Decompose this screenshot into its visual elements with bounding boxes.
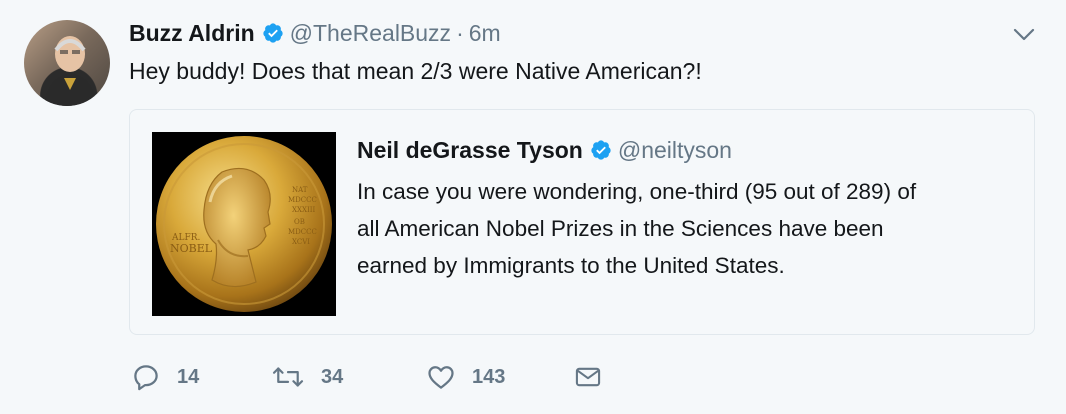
quoted-text-line: earned by Immigrants to the United State… <box>357 253 785 278</box>
author-handle[interactable]: @TheRealBuzz <box>290 20 451 47</box>
svg-text:MDCCC: MDCCC <box>288 228 317 236</box>
tweet-header: Buzz Aldrin @TheRealBuzz · 6m <box>129 17 501 49</box>
tweet-actions: 14 34 143 <box>131 360 602 394</box>
retweet-count: 34 <box>321 365 344 388</box>
svg-text:MDCCC: MDCCC <box>288 196 317 204</box>
direct-message-button[interactable] <box>574 363 602 391</box>
previous-item-strip: ▪ ▪▪ ▪▪▪ <box>0 0 1066 6</box>
reply-button[interactable]: 14 <box>131 362 271 392</box>
reply-icon <box>134 365 158 391</box>
author-name[interactable]: Buzz Aldrin <box>129 20 255 47</box>
quoted-tweet-image: ALFR. NOBEL NAT MDCCC XXXIII OB MDCCC XC… <box>152 132 336 316</box>
svg-text:OB: OB <box>294 218 305 226</box>
svg-text:XXXIII: XXXIII <box>292 206 315 214</box>
avatar[interactable] <box>24 20 110 106</box>
quoted-tweet-text: In case you were wondering, one-third (9… <box>357 173 1017 284</box>
tweet-timestamp[interactable]: 6m <box>469 20 501 47</box>
tweet-text: Hey buddy! Does that mean 2/3 were Nativ… <box>129 58 702 84</box>
message-icon <box>575 367 601 387</box>
header-separator: · <box>456 19 464 46</box>
quoted-author-handle[interactable]: @neiltyson <box>618 137 732 164</box>
like-icon <box>428 366 454 389</box>
quoted-tweet-header: Neil deGrasse Tyson @neiltyson <box>357 134 732 166</box>
quoted-text-line: In case you were wondering, one-third (9… <box>357 179 917 204</box>
svg-text:NOBEL: NOBEL <box>170 242 213 255</box>
retweet-icon <box>272 367 304 387</box>
quoted-text-line: all American Nobel Prizes in the Science… <box>357 216 884 241</box>
verified-badge-icon <box>591 140 611 160</box>
like-button[interactable]: 143 <box>426 362 574 392</box>
nobel-medal-image: ALFR. NOBEL NAT MDCCC XXXIII OB MDCCC XC… <box>156 136 332 312</box>
quoted-author-name[interactable]: Neil deGrasse Tyson <box>357 137 583 164</box>
svg-text:NAT: NAT <box>292 186 308 194</box>
verified-badge-icon <box>263 23 283 43</box>
quoted-tweet-card[interactable]: ALFR. NOBEL NAT MDCCC XXXIII OB MDCCC XC… <box>129 109 1035 335</box>
reply-count: 14 <box>177 365 200 388</box>
svg-text:XCVI: XCVI <box>292 238 310 246</box>
like-count: 143 <box>472 365 506 388</box>
retweet-button[interactable]: 34 <box>271 362 426 392</box>
chevron-down-icon[interactable] <box>1012 22 1036 46</box>
